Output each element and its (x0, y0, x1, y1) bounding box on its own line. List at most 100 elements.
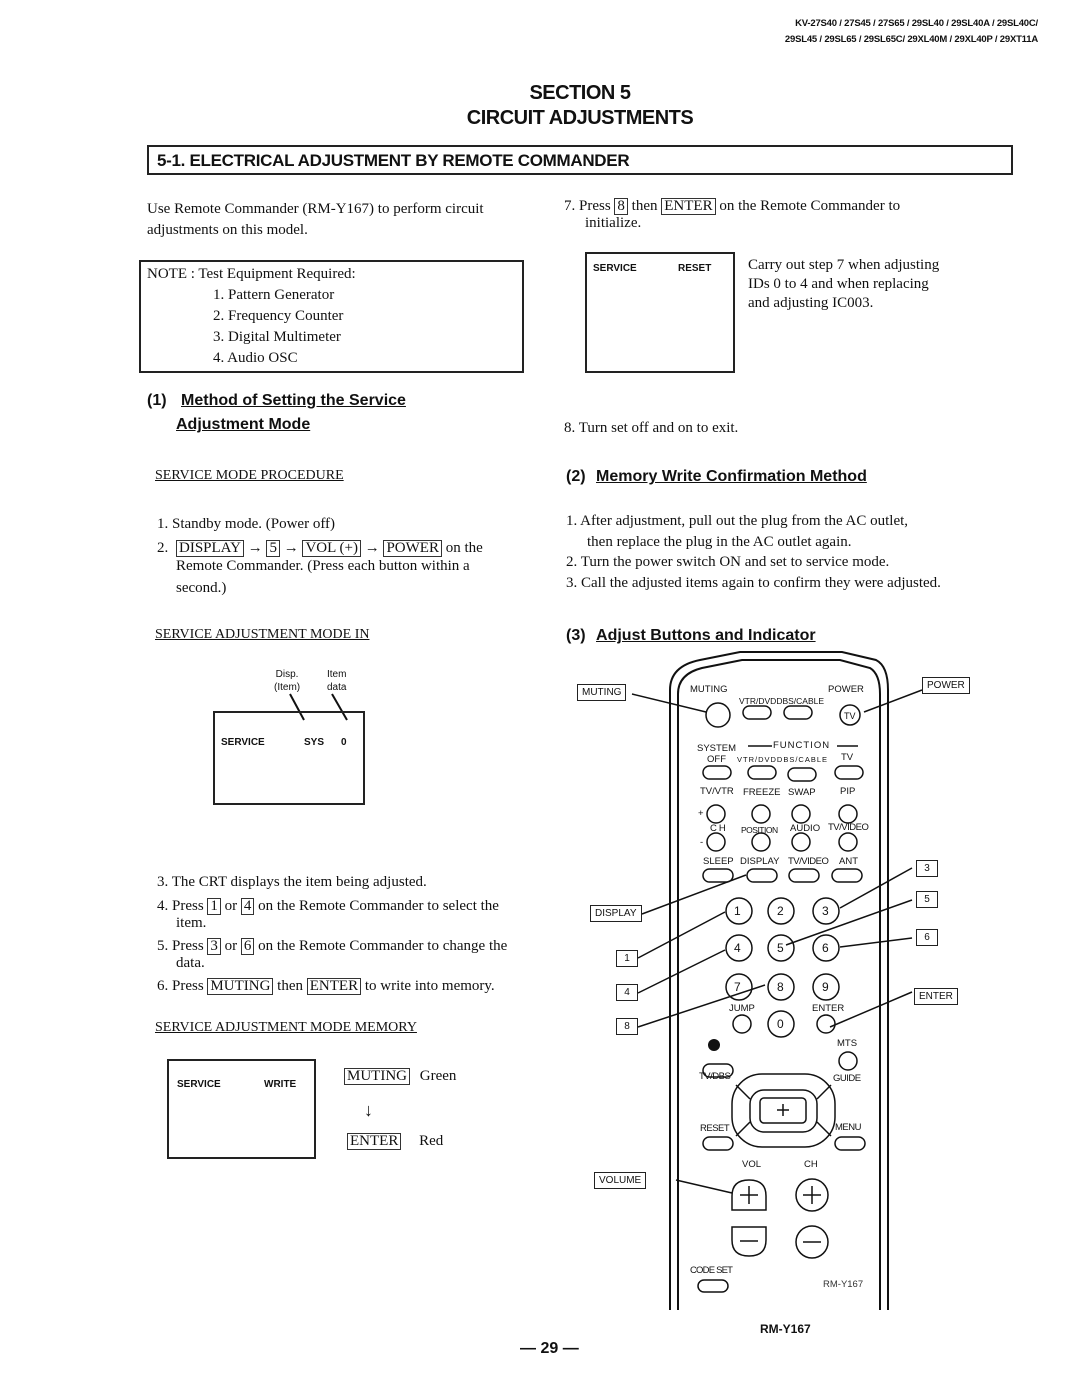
memory-heading: SERVICE ADJUSTMENT MODE MEMORY (155, 1020, 417, 1035)
step-8: 8. Turn set off and on to exit. (564, 420, 739, 436)
label-menu: MENU (835, 1122, 861, 1133)
callout-6: 6 (916, 929, 938, 946)
callout-item-data: Item data (327, 669, 347, 693)
position-button (751, 832, 771, 852)
note-item: 4. Audio OSC (213, 350, 298, 366)
label-muting: MUTING (690, 684, 728, 695)
callout-3: 3 (916, 860, 938, 877)
memory-confirm-heading: (2) Memory Write Confirmation Method (566, 468, 867, 485)
label-function: FUNCTION (773, 740, 831, 751)
label-tvvtr: TV/VTR (700, 786, 734, 797)
callout-5: 5 (916, 891, 938, 908)
label-function-tv: TV (841, 752, 854, 763)
method-heading: (1) Method of Setting the Service (147, 392, 406, 409)
display-button (746, 868, 778, 883)
label-reset: RESET (700, 1123, 730, 1134)
label-display: DISPLAY (740, 856, 780, 867)
vtr-dvd-button (742, 705, 772, 720)
key-vol-plus: VOL (+) (302, 540, 361, 557)
step-5: 5. Press 3 or 6 on the Remote Commander … (157, 938, 508, 955)
subsection-bar: 5-1. ELECTRICAL ADJUSTMENT BY REMOTE COM… (147, 145, 1013, 175)
label-vtr-dbs: VTR/DVDDBS/CABLE (739, 696, 825, 706)
digit-4: 4 (734, 941, 741, 955)
label-audio: AUDIO (790, 823, 821, 834)
label-pip: PIP (840, 786, 856, 797)
reset-button (702, 1136, 734, 1151)
note-item: 2. Frequency Counter (213, 308, 344, 324)
step-5-line2: data. (176, 955, 205, 971)
page-number: — 29 — (520, 1340, 579, 1357)
key-5: 5 (266, 540, 280, 557)
mode-in-heading: SERVICE ADJUSTMENT MODE IN (155, 627, 370, 642)
tvvtr-button (706, 804, 726, 824)
label-plus: + (698, 808, 704, 819)
audio-button (791, 832, 811, 852)
callout-enter: ENTER (914, 988, 958, 1005)
callout-muting: MUTING (577, 684, 627, 701)
function-vtr-button (747, 765, 777, 780)
system-off-button (702, 765, 732, 780)
label-function-sources: VTR/DVDDBS/CABLE (737, 755, 829, 764)
step-7-line2: initialize. (585, 215, 642, 231)
label-sleep: SLEEP (703, 856, 734, 867)
label-minus: - (700, 837, 704, 848)
digit-6: 6 (822, 941, 829, 955)
label-tvvideo-2: TV/VIDEO (788, 856, 829, 867)
label-enter: ENTER (812, 1003, 845, 1014)
digit-3: 3 (822, 904, 829, 918)
label-position: POSITION (741, 825, 778, 835)
screen-service-in: SERVICE SYS 0 (213, 711, 365, 805)
down-arrow-icon: ↓ (364, 1100, 373, 1120)
digit-5: 5 (777, 941, 784, 955)
label-tvvideo: TV/VIDEO (828, 822, 869, 833)
label-swap: SWAP (788, 787, 816, 798)
step-4-line2: item. (176, 915, 207, 931)
enter-button (816, 1014, 836, 1034)
label-system: SYSTEM (697, 743, 737, 754)
screen-service-reset: SERVICE RESET (585, 252, 735, 373)
method-heading-line2: Adjustment Mode (176, 416, 311, 433)
pip-button (838, 804, 858, 824)
indicator-green: MUTING Green (344, 1066, 456, 1087)
label-jump: JUMP (729, 1003, 755, 1014)
callout-volume: VOLUME (594, 1172, 647, 1189)
label-tvdbs: TV/DBS (699, 1071, 731, 1082)
mts-button (838, 1051, 858, 1071)
model-list: KV-27S40 / 27S45 / 27S65 / 29SL40 / 29SL… (784, 18, 1038, 45)
note-title: NOTE : Test Equipment Required: (147, 266, 356, 282)
callout-1: 1 (616, 950, 638, 967)
label-off: OFF (707, 754, 726, 765)
step-1: 1. Standby mode. (Power off) (157, 516, 336, 532)
label-power: POWER (828, 684, 864, 695)
ant-button (831, 868, 863, 883)
callout-4: 4 (616, 984, 638, 1001)
function-dbs-button (787, 767, 817, 782)
section-title: CIRCUIT ADJUSTMENTS (466, 107, 694, 129)
remote-caption: RM-Y167 (760, 1322, 811, 1336)
menu-button (834, 1136, 866, 1151)
step-3: 3. The CRT displays the item being adjus… (157, 874, 427, 890)
label-freeze: FREEZE (743, 787, 781, 798)
label-ch: CH (710, 823, 728, 834)
reset-note: Carry out step 7 when adjusting IDs 0 to… (748, 257, 940, 311)
step-2-line2: Remote Commander. (Press each button wit… (176, 558, 470, 574)
note-item: 3. Digital Multimeter (213, 329, 341, 345)
label-guide: GUIDE (833, 1073, 861, 1084)
memory-confirm-steps: 1. After adjustment, pull out the plug f… (566, 513, 941, 591)
digit-0: 0 (777, 1017, 784, 1031)
freeze-button (751, 804, 771, 824)
step-2-line3: second.) (176, 580, 227, 596)
note-item: 1. Pattern Generator (213, 287, 335, 303)
procedure-heading: SERVICE MODE PROCEDURE (155, 468, 344, 483)
sleep-button (702, 868, 734, 883)
digit-7: 7 (734, 980, 741, 994)
function-tv-button (834, 765, 864, 780)
note-icon (708, 1039, 720, 1051)
label-mts: MTS (837, 1038, 858, 1049)
section-number: SECTION 5 (529, 82, 631, 104)
label-code-set: CODE SET (690, 1265, 733, 1276)
subsection-title: 5-1. ELECTRICAL ADJUSTMENT BY REMOTE COM… (157, 151, 630, 170)
intro-text: Use Remote Commander (RM-Y167) to perfor… (147, 201, 484, 238)
label-tv: TV (844, 711, 856, 721)
screen-service-write: SERVICE WRITE (167, 1059, 316, 1159)
